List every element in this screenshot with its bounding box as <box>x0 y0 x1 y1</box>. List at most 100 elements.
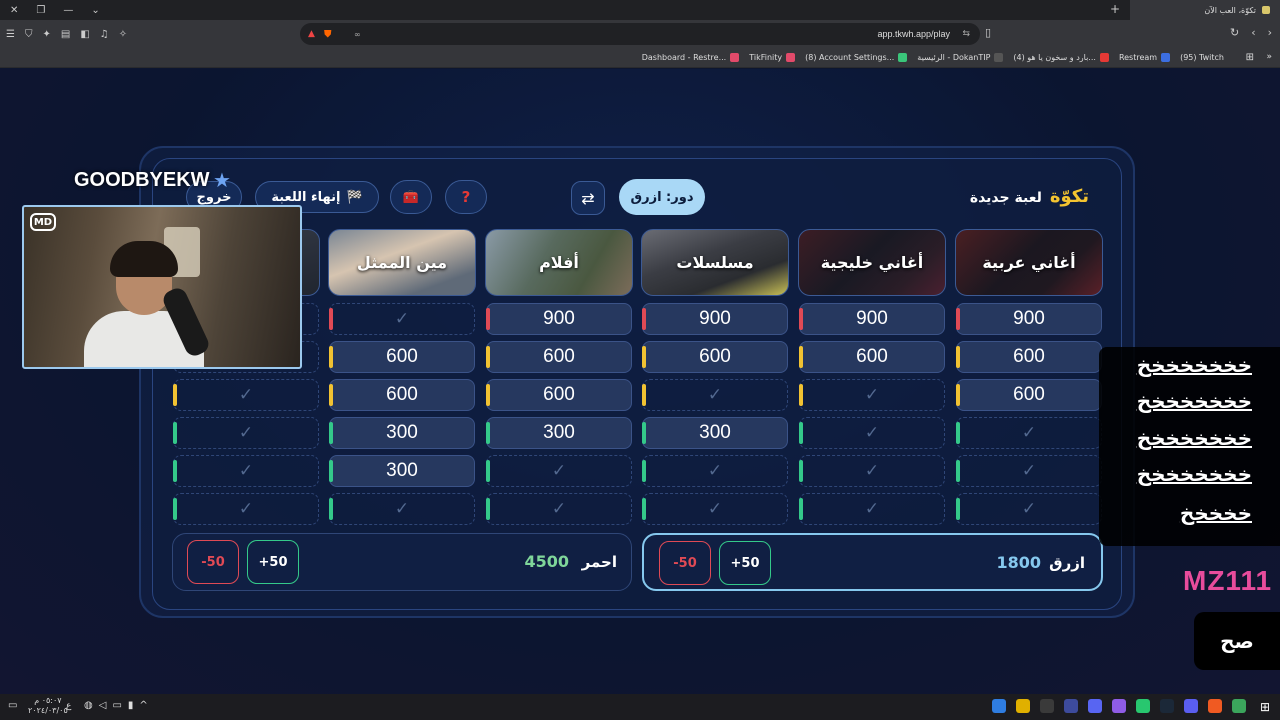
plus-50-button[interactable]: +50 <box>247 540 299 584</box>
question-cell[interactable]: 900 <box>486 303 632 335</box>
help-button[interactable]: ? <box>445 180 487 214</box>
back-icon[interactable]: › <box>1268 26 1272 39</box>
brave-rewards-icon[interactable]: ▲ <box>308 29 315 39</box>
bookmark-item[interactable]: (4) بارد و سخون يا هو... <box>1013 53 1109 62</box>
question-cell[interactable]: 600 <box>329 341 475 373</box>
tab-list-icon[interactable]: ⌄ <box>91 5 99 16</box>
question-cell[interactable]: 300 <box>329 455 475 487</box>
question-cell[interactable]: 600 <box>486 341 632 373</box>
clock[interactable]: ٠٥:٠٧ م ٢٠٢٤/٠٣/٠٥ <box>28 696 68 716</box>
taskbar-app-icon[interactable] <box>1232 699 1246 713</box>
bookmark-favicon-icon <box>1161 53 1171 62</box>
chat-line: خخخخخخخخ <box>1136 353 1252 377</box>
taskbar-app-icon[interactable] <box>1088 699 1102 713</box>
answered-cell: ✓ <box>642 455 788 487</box>
network-icon[interactable]: ◍ <box>84 700 93 711</box>
question-cell[interactable]: 600 <box>956 341 1102 373</box>
menu-icon[interactable]: ☰ <box>6 29 15 40</box>
sidebar-icon[interactable]: ◧ <box>80 29 89 40</box>
bookmark-favicon-icon <box>898 53 908 62</box>
display-icon[interactable]: ▭ <box>112 700 121 711</box>
category-header: مسلسلات <box>641 229 789 296</box>
tools-button[interactable]: 🧰 <box>390 180 432 214</box>
team-name: احمر <box>581 553 617 571</box>
plus-50-button[interactable]: +50 <box>719 541 771 585</box>
clock-time: ٠٥:٠٧ م <box>34 696 62 705</box>
taskbar-app-icon[interactable] <box>992 699 1006 713</box>
puzzle-icon[interactable]: ✧ <box>119 29 127 40</box>
question-cell[interactable]: 600 <box>956 379 1102 411</box>
swap-icon: ⇄ <box>581 188 595 208</box>
nav-buttons: ↻ ‹ › <box>1230 26 1272 39</box>
taskbar-app-icon[interactable] <box>1208 699 1222 713</box>
answered-cell: ✓ <box>799 379 945 411</box>
taskbar-app-icon[interactable] <box>1136 699 1150 713</box>
minus-50-button[interactable]: -50 <box>187 540 239 584</box>
chat-line: خخخخخخخخ <box>1136 426 1252 450</box>
forward-icon[interactable]: ‹ <box>1251 26 1255 39</box>
minimize-window-icon[interactable]: — <box>63 5 73 16</box>
chevron-icon[interactable]: » <box>1266 52 1272 62</box>
close-window-icon[interactable]: ✕ <box>10 5 18 16</box>
bookmark-favicon-icon <box>786 53 796 62</box>
red-team-panel: احمر 4500 +50 -50 <box>172 533 632 591</box>
question-cell[interactable]: 300 <box>486 417 632 449</box>
question-cell[interactable]: 600 <box>799 341 945 373</box>
shield-icon[interactable]: ⛉ <box>25 29 33 40</box>
chat-line: خخخخخخخخ <box>1136 389 1252 413</box>
language-indicator[interactable]: ع <box>66 701 71 711</box>
notification-icon[interactable]: ▭ <box>8 700 17 711</box>
category-header: أفلام <box>485 229 633 296</box>
start-icon[interactable]: ⊞ <box>1260 700 1270 714</box>
url-text[interactable]: app.tkwh.app/play <box>877 29 950 39</box>
restore-window-icon[interactable]: ❐ <box>36 5 45 16</box>
answered-cell: ✓ <box>642 379 788 411</box>
bookmark-item[interactable]: Dashboard - Restre... <box>642 53 740 62</box>
tray-icons: ◍ ◁ ▭ ▮ ^ <box>84 700 148 711</box>
music-icon[interactable]: ♫ <box>100 29 109 40</box>
bookmark-item[interactable]: (95) Twitch <box>1180 53 1224 62</box>
question-cell[interactable]: 900 <box>642 303 788 335</box>
question-cell[interactable]: 300 <box>642 417 788 449</box>
extensions-icon[interactable]: ✦ <box>42 29 50 40</box>
taskbar-app-icon[interactable] <box>1064 699 1078 713</box>
answered-cell: ✓ <box>173 493 319 525</box>
bookmark-icon[interactable]: ▯ <box>985 26 991 39</box>
team-score: 4500 <box>524 552 569 571</box>
question-cell[interactable]: 900 <box>799 303 945 335</box>
toolbar-left-icons: ☰ ⛉ ✦ ▤ ◧ ♫ ✧ <box>0 29 127 40</box>
chat-username: MZ111 <box>1183 565 1273 596</box>
logo[interactable]: تكوّة <box>1050 186 1089 207</box>
minus-50-button[interactable]: -50 <box>659 541 711 585</box>
bookmark-item[interactable]: TikFinity <box>749 53 796 62</box>
volume-icon[interactable]: ◁ <box>99 700 107 711</box>
taskbar-app-icon[interactable] <box>1184 699 1198 713</box>
brave-shield-icon[interactable]: ⛊ <box>324 29 332 40</box>
taskbar-app-icon[interactable] <box>1160 699 1174 713</box>
reader-mode-icon[interactable]: ∞ <box>354 30 361 39</box>
site-settings-icon[interactable]: ⇆ <box>962 29 970 39</box>
wallet-icon[interactable]: ▤ <box>61 29 70 40</box>
mic-icon[interactable]: ▮ <box>128 700 134 711</box>
question-cell[interactable]: 600 <box>486 379 632 411</box>
taskbar-app-icon[interactable] <box>1016 699 1030 713</box>
question-cell[interactable]: 600 <box>329 379 475 411</box>
swap-turn-button[interactable]: ⇄ <box>571 181 605 215</box>
question-cell[interactable]: 300 <box>329 417 475 449</box>
taskbar-app-icon[interactable] <box>1040 699 1054 713</box>
bookmark-item[interactable]: Restream <box>1119 53 1171 62</box>
question-cell[interactable]: 900 <box>956 303 1102 335</box>
answered-cell: ✓ <box>486 493 632 525</box>
chevron-up-icon[interactable]: ^ <box>139 700 147 711</box>
address-bar[interactable]: ▲ ⛊ ∞ app.tkwh.app/play ⇆ <box>300 23 980 45</box>
bookmark-item[interactable]: الرئيسية - DokanTIP <box>917 53 1004 62</box>
apps-grid-icon[interactable]: ⊞ <box>1246 52 1254 63</box>
browser-tab[interactable]: تكوّة، العب الآن <box>1130 0 1280 20</box>
bookmark-item[interactable]: (8) Account Settings... <box>805 53 908 62</box>
reload-icon[interactable]: ↻ <box>1230 26 1239 39</box>
new-tab-button[interactable]: + <box>1110 2 1120 16</box>
new-game-link[interactable]: لعبة جديدة <box>970 190 1042 206</box>
taskbar-app-icon[interactable] <box>1112 699 1126 713</box>
bookmark-favicon-icon <box>1099 53 1109 62</box>
question-cell[interactable]: 600 <box>642 341 788 373</box>
